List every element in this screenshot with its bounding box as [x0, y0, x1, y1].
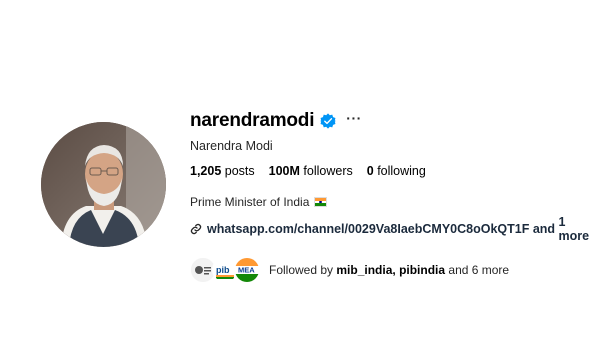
- followed-by-user-pibindia[interactable]: pibindia: [399, 263, 445, 277]
- mutual-avatar-mea[interactable]: MEA: [234, 257, 260, 283]
- followed-by-suffix[interactable]: and 6 more: [445, 263, 509, 277]
- bio-text: Prime Minister of India: [190, 195, 310, 209]
- followed-by-prefix: Followed by: [269, 263, 337, 277]
- profile-avatar[interactable]: [41, 122, 166, 247]
- profile-info: narendramodi ··· Narendra Modi 1,205 pos…: [190, 108, 590, 283]
- more-links-button[interactable]: 1 more: [559, 215, 590, 243]
- posts-stat[interactable]: 1,205 posts: [190, 164, 255, 178]
- followed-by-user-mib-india[interactable]: mib_india: [336, 263, 392, 277]
- followers-stat[interactable]: 100M followers: [269, 164, 353, 178]
- link-separator: and: [529, 222, 559, 236]
- bio-link[interactable]: whatsapp.com/channel/0029Va8IaebCMY0C8oO…: [207, 222, 529, 236]
- followers-count: 100M: [268, 164, 300, 178]
- india-flag-icon: [314, 197, 328, 207]
- username: narendramodi: [190, 110, 315, 131]
- mea-logo-text: MEA: [238, 266, 255, 275]
- following-count: 0: [366, 164, 374, 178]
- posts-count: 1,205: [190, 164, 222, 178]
- avatar-portrait-image: [41, 122, 166, 247]
- following-label: following: [377, 164, 426, 178]
- following-stat[interactable]: 0 following: [367, 164, 426, 178]
- followed-by-text: Followed by mib_india, pibindia and 6 mo…: [269, 263, 509, 277]
- profile-page: narendramodi ··· Narendra Modi 1,205 pos…: [0, 0, 600, 350]
- name-row: narendramodi ···: [190, 108, 590, 134]
- full-name: Narendra Modi: [190, 139, 273, 153]
- mutual-avatars: pib MEA: [190, 257, 260, 283]
- pib-logo-text: pib: [216, 265, 230, 275]
- link-icon: [190, 223, 202, 235]
- ellipsis-icon[interactable]: ···: [346, 111, 362, 129]
- verified-badge-icon: [320, 113, 337, 129]
- followed-by-row: pib MEA Followed by mib_india, pibindia …: [190, 257, 590, 283]
- followers-label: followers: [303, 164, 353, 178]
- profile-stats: 1,205 posts 100M followers 0 following: [190, 164, 590, 178]
- bio-link-row: whatsapp.com/channel/0029Va8IaebCMY0C8oO…: [190, 215, 590, 243]
- bio: Prime Minister of India: [190, 195, 590, 209]
- posts-label: posts: [224, 164, 255, 178]
